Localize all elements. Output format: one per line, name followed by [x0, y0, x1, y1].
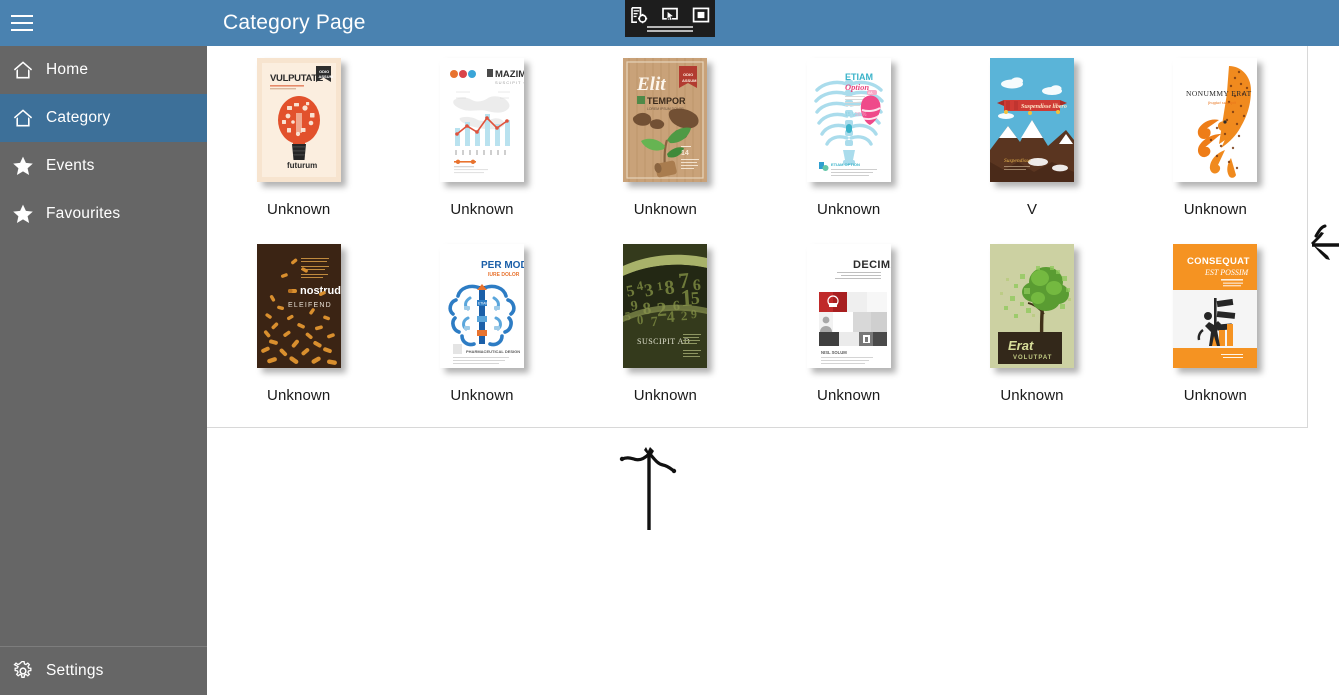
svg-text:ELEIFEND: ELEIFEND [288, 302, 332, 309]
book-grid: VULPUTATE ODIO ASSUM futurum Unknown MAZ… [207, 46, 1307, 426]
up-arrow-annotation [600, 425, 700, 540]
sidebar-item-label: Home [46, 61, 89, 78]
svg-text:ETIAM OPTION: ETIAM OPTION [831, 162, 860, 167]
sidebar-item-events[interactable]: Events [0, 142, 207, 190]
grid-item-label: Unknown [1183, 387, 1247, 404]
page-title: Category Page [223, 11, 366, 34]
grid-item-label: Unknown [817, 387, 881, 404]
sidebar-item-home[interactable]: Home [0, 46, 207, 94]
svg-text:4: 4 [667, 309, 676, 327]
grid-item[interactable]: VULPUTATE ODIO ASSUM futurum Unknown [207, 54, 390, 240]
svg-text:VULPUTATE: VULPUTATE [270, 73, 323, 84]
navigation-sidebar: Home Category Events Favourites Settings [0, 46, 207, 695]
sidebar-item-favourites[interactable]: Favourites [0, 190, 207, 238]
star-icon [0, 202, 46, 226]
book-cover-permodo-brain[interactable]: PER MODO IURE DOLOR [439, 244, 524, 368]
book-cover-vulputate-bulb[interactable]: VULPUTATE ODIO ASSUM futurum [256, 58, 341, 182]
svg-text:Suspendisse libero: Suspendisse libero [1021, 104, 1067, 110]
grid-item[interactable]: DECIMA [757, 240, 940, 426]
svg-text:PHARMACEUTICAL DESIGN: PHARMACEUTICAL DESIGN [466, 349, 520, 354]
nested-square-icon[interactable] [690, 4, 712, 26]
svg-text:EST POSSIM: EST POSSIM [1204, 268, 1250, 277]
sidebar-item-label: Settings [46, 662, 104, 679]
svg-text:Elit: Elit [636, 74, 666, 95]
snip-region-icon[interactable] [628, 4, 650, 26]
sidebar-footer: Settings [0, 646, 207, 695]
book-cover-erat-tree[interactable]: Erat VOLUTPAT [989, 244, 1074, 368]
book-cover-etiam-ribcage[interactable]: ETIAM Option AA 15 % 26 % ETIAM OPTION [806, 58, 891, 182]
svg-text:Option: Option [845, 82, 869, 92]
svg-text:ASSUM: ASSUM [318, 74, 333, 79]
book-cover-nonummy-octopus[interactable]: NONUMMY ERAT feugiat suscipit [1173, 58, 1258, 182]
grid-item-label: Unknown [633, 201, 697, 218]
svg-text:AA: AA [868, 91, 873, 95]
book-cover-mazim-chart[interactable]: MAZIM SUSCIPIT QUI [439, 58, 524, 182]
grid-item[interactable]: Erat VOLUTPAT Unknown [940, 240, 1123, 426]
screen-cursor-icon[interactable] [659, 4, 681, 26]
svg-text:5: 5 [690, 288, 700, 309]
book-cover-mountains-banner[interactable]: Suspendisse libero Suspendisse [989, 58, 1074, 182]
svg-text:TEMPOR: TEMPOR [647, 96, 686, 106]
svg-text:MAZIM: MAZIM [495, 69, 524, 80]
svg-text:ODIO: ODIO [683, 72, 693, 77]
grid-item-label: V [1026, 201, 1038, 218]
grid-item[interactable]: MAZIM SUSCIPIT QUI [390, 54, 573, 240]
grid-item[interactable]: Suspendisse libero Suspendisse V [940, 54, 1123, 240]
sidebar-item-settings[interactable]: Settings [0, 647, 207, 695]
home-icon [0, 58, 46, 82]
home-icon [0, 106, 46, 130]
app-window: Category Page Home Category Events Favou… [0, 0, 1339, 695]
svg-text:ETIAM: ETIAM [845, 72, 873, 82]
book-cover-suscipit-numbers[interactable]: 5 4 3 1 8 7 6 9 8 2 6 1 [623, 244, 708, 368]
svg-text:26 %: 26 % [855, 112, 867, 118]
svg-text:CONSEQUAT: CONSEQUAT [1187, 256, 1250, 267]
grid-item-label: Unknown [1000, 387, 1064, 404]
svg-text:SUSCIPIT QUI: SUSCIPIT QUI [495, 80, 524, 85]
grid-item[interactable]: 5 4 3 1 8 7 6 9 8 2 6 1 [574, 240, 757, 426]
sidebar-item-label: Category [46, 109, 111, 126]
svg-text:IURE DOLOR: IURE DOLOR [488, 272, 520, 278]
gear-icon [0, 659, 46, 683]
svg-text:14: 14 [681, 150, 689, 157]
book-cover-decima-grid[interactable]: DECIMA [806, 244, 891, 368]
svg-text:NONUMMY ERAT: NONUMMY ERAT [1186, 89, 1252, 98]
sidebar-item-label: Events [46, 157, 95, 174]
book-cover-consequat-signs[interactable]: CONSEQUAT EST POSSIM [1173, 244, 1258, 368]
book-cover-elit-tempor-wood[interactable]: Elit TEMPOR LOREM IPSUM DOLOR ODIO ASSUM [623, 58, 708, 182]
grid-item[interactable]: ETIAM Option AA 15 % 26 % ETIAM OPTION U… [757, 54, 940, 240]
grid-item-label: Unknown [267, 387, 331, 404]
grid-item[interactable]: NONUMMY ERAT feugiat suscipit Unknown [1124, 54, 1307, 240]
star-icon [0, 154, 46, 178]
grid-item[interactable]: nostrud ELEIFEND Unknown [207, 240, 390, 426]
grid-item-label: Unknown [633, 387, 697, 404]
svg-text:ASSUM: ASSUM [682, 78, 697, 83]
svg-text:feugiat suscipit: feugiat suscipit [1208, 100, 1237, 105]
svg-text:DECIMA: DECIMA [853, 259, 891, 271]
capture-toolbar [625, 0, 715, 37]
grid-item[interactable]: CONSEQUAT EST POSSIM Unknown [1124, 240, 1307, 426]
toolbar-drag-handle[interactable] [647, 26, 693, 32]
hamburger-menu-icon[interactable] [3, 12, 41, 34]
svg-text:Erat: Erat [1008, 338, 1034, 353]
sidebar-item-category[interactable]: Category [0, 94, 207, 142]
svg-text:ETIAM: ETIAM [478, 302, 489, 306]
grid-item-label: Unknown [450, 387, 514, 404]
svg-text:VOLUTPAT: VOLUTPAT [1013, 355, 1052, 361]
svg-text:futurum: futurum [287, 161, 317, 170]
grid-item-label: Unknown [450, 201, 514, 218]
grid-item-label: Unknown [267, 201, 331, 218]
svg-text:NISL SOLUM: NISL SOLUM [821, 350, 847, 355]
grid-item[interactable]: PER MODO IURE DOLOR [390, 240, 573, 426]
sidebar-item-label: Favourites [46, 205, 121, 222]
grid-item-label: Unknown [1183, 201, 1247, 218]
svg-text:7: 7 [651, 315, 659, 330]
svg-text:SUSCIPIT AD: SUSCIPIT AD [637, 337, 690, 346]
svg-text:Suspendisse: Suspendisse [1004, 158, 1031, 164]
category-content-panel: VULPUTATE ODIO ASSUM futurum Unknown MAZ… [207, 46, 1308, 428]
grid-item[interactable]: Elit TEMPOR LOREM IPSUM DOLOR ODIO ASSUM [574, 54, 757, 240]
grid-item-label: Unknown [817, 201, 881, 218]
book-cover-nostrud-pills[interactable]: nostrud ELEIFEND [256, 244, 341, 368]
svg-text:PER MODO: PER MODO [481, 260, 524, 271]
